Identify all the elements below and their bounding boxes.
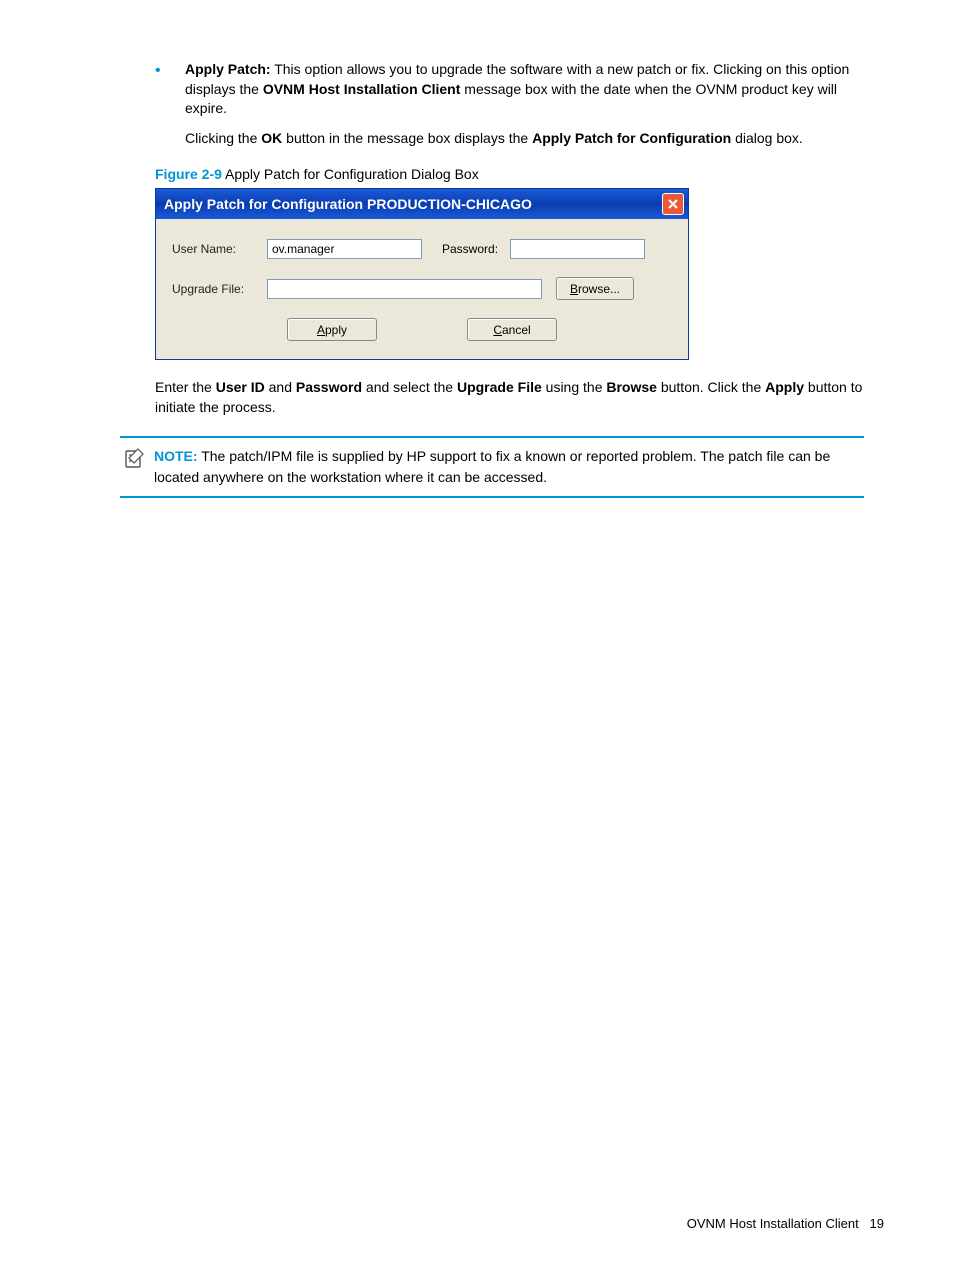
- instr-t1: Enter the: [155, 379, 216, 395]
- bullet-p2d: Apply Patch for Configuration: [532, 130, 731, 146]
- figure-caption-text: Apply Patch for Configuration Dialog Box: [222, 166, 479, 182]
- cancel-button[interactable]: Cancel: [467, 318, 557, 341]
- note-label: NOTE:: [154, 448, 198, 464]
- footer-page: 19: [870, 1216, 884, 1231]
- instr-t3: and select the: [362, 379, 457, 395]
- upgrade-file-label: Upgrade File:: [172, 282, 267, 296]
- instr-b1: User ID: [216, 379, 265, 395]
- note-block: NOTE: The patch/IPM file is supplied by …: [120, 436, 864, 498]
- instr-t4: using the: [542, 379, 607, 395]
- bullet-bold1: OVNM Host Installation Client: [263, 81, 461, 97]
- instr-t5: button. Click the: [657, 379, 765, 395]
- upgrade-file-input[interactable]: [267, 279, 542, 299]
- instr-t2: and: [265, 379, 296, 395]
- figure-label: Figure 2-9: [155, 166, 222, 182]
- bullet-p2b: OK: [261, 130, 282, 146]
- close-icon[interactable]: [662, 193, 684, 215]
- bullet-p2c: button in the message box displays the: [282, 130, 532, 146]
- dialog-titlebar: Apply Patch for Configuration PRODUCTION…: [156, 189, 688, 219]
- instruction-text: Enter the User ID and Password and selec…: [155, 378, 864, 417]
- password-label: Password:: [442, 242, 498, 256]
- apply-patch-dialog: Apply Patch for Configuration PRODUCTION…: [155, 188, 689, 360]
- instr-b4: Browse: [606, 379, 657, 395]
- bullet-p2a: Clicking the: [185, 130, 261, 146]
- dialog-title: Apply Patch for Configuration PRODUCTION…: [164, 196, 662, 212]
- note-icon: [120, 446, 148, 470]
- instr-b2: Password: [296, 379, 362, 395]
- footer-text: OVNM Host Installation Client: [687, 1216, 859, 1231]
- page-footer: OVNM Host Installation Client 19: [687, 1216, 884, 1231]
- note-text-body: The patch/IPM file is supplied by HP sup…: [154, 448, 830, 485]
- figure-caption: Figure 2-9 Apply Patch for Configuration…: [155, 166, 864, 182]
- bullet-apply-patch: Apply Patch: This option allows you to u…: [155, 60, 864, 148]
- username-label: User Name:: [172, 242, 267, 256]
- instr-b5: Apply: [765, 379, 804, 395]
- bullet-heading: Apply Patch:: [185, 61, 271, 77]
- password-input[interactable]: [510, 239, 645, 259]
- browse-button[interactable]: Browse...: [556, 277, 634, 300]
- instr-b3: Upgrade File: [457, 379, 542, 395]
- apply-button[interactable]: Apply: [287, 318, 377, 341]
- bullet-p2e: dialog box.: [731, 130, 803, 146]
- username-input[interactable]: [267, 239, 422, 259]
